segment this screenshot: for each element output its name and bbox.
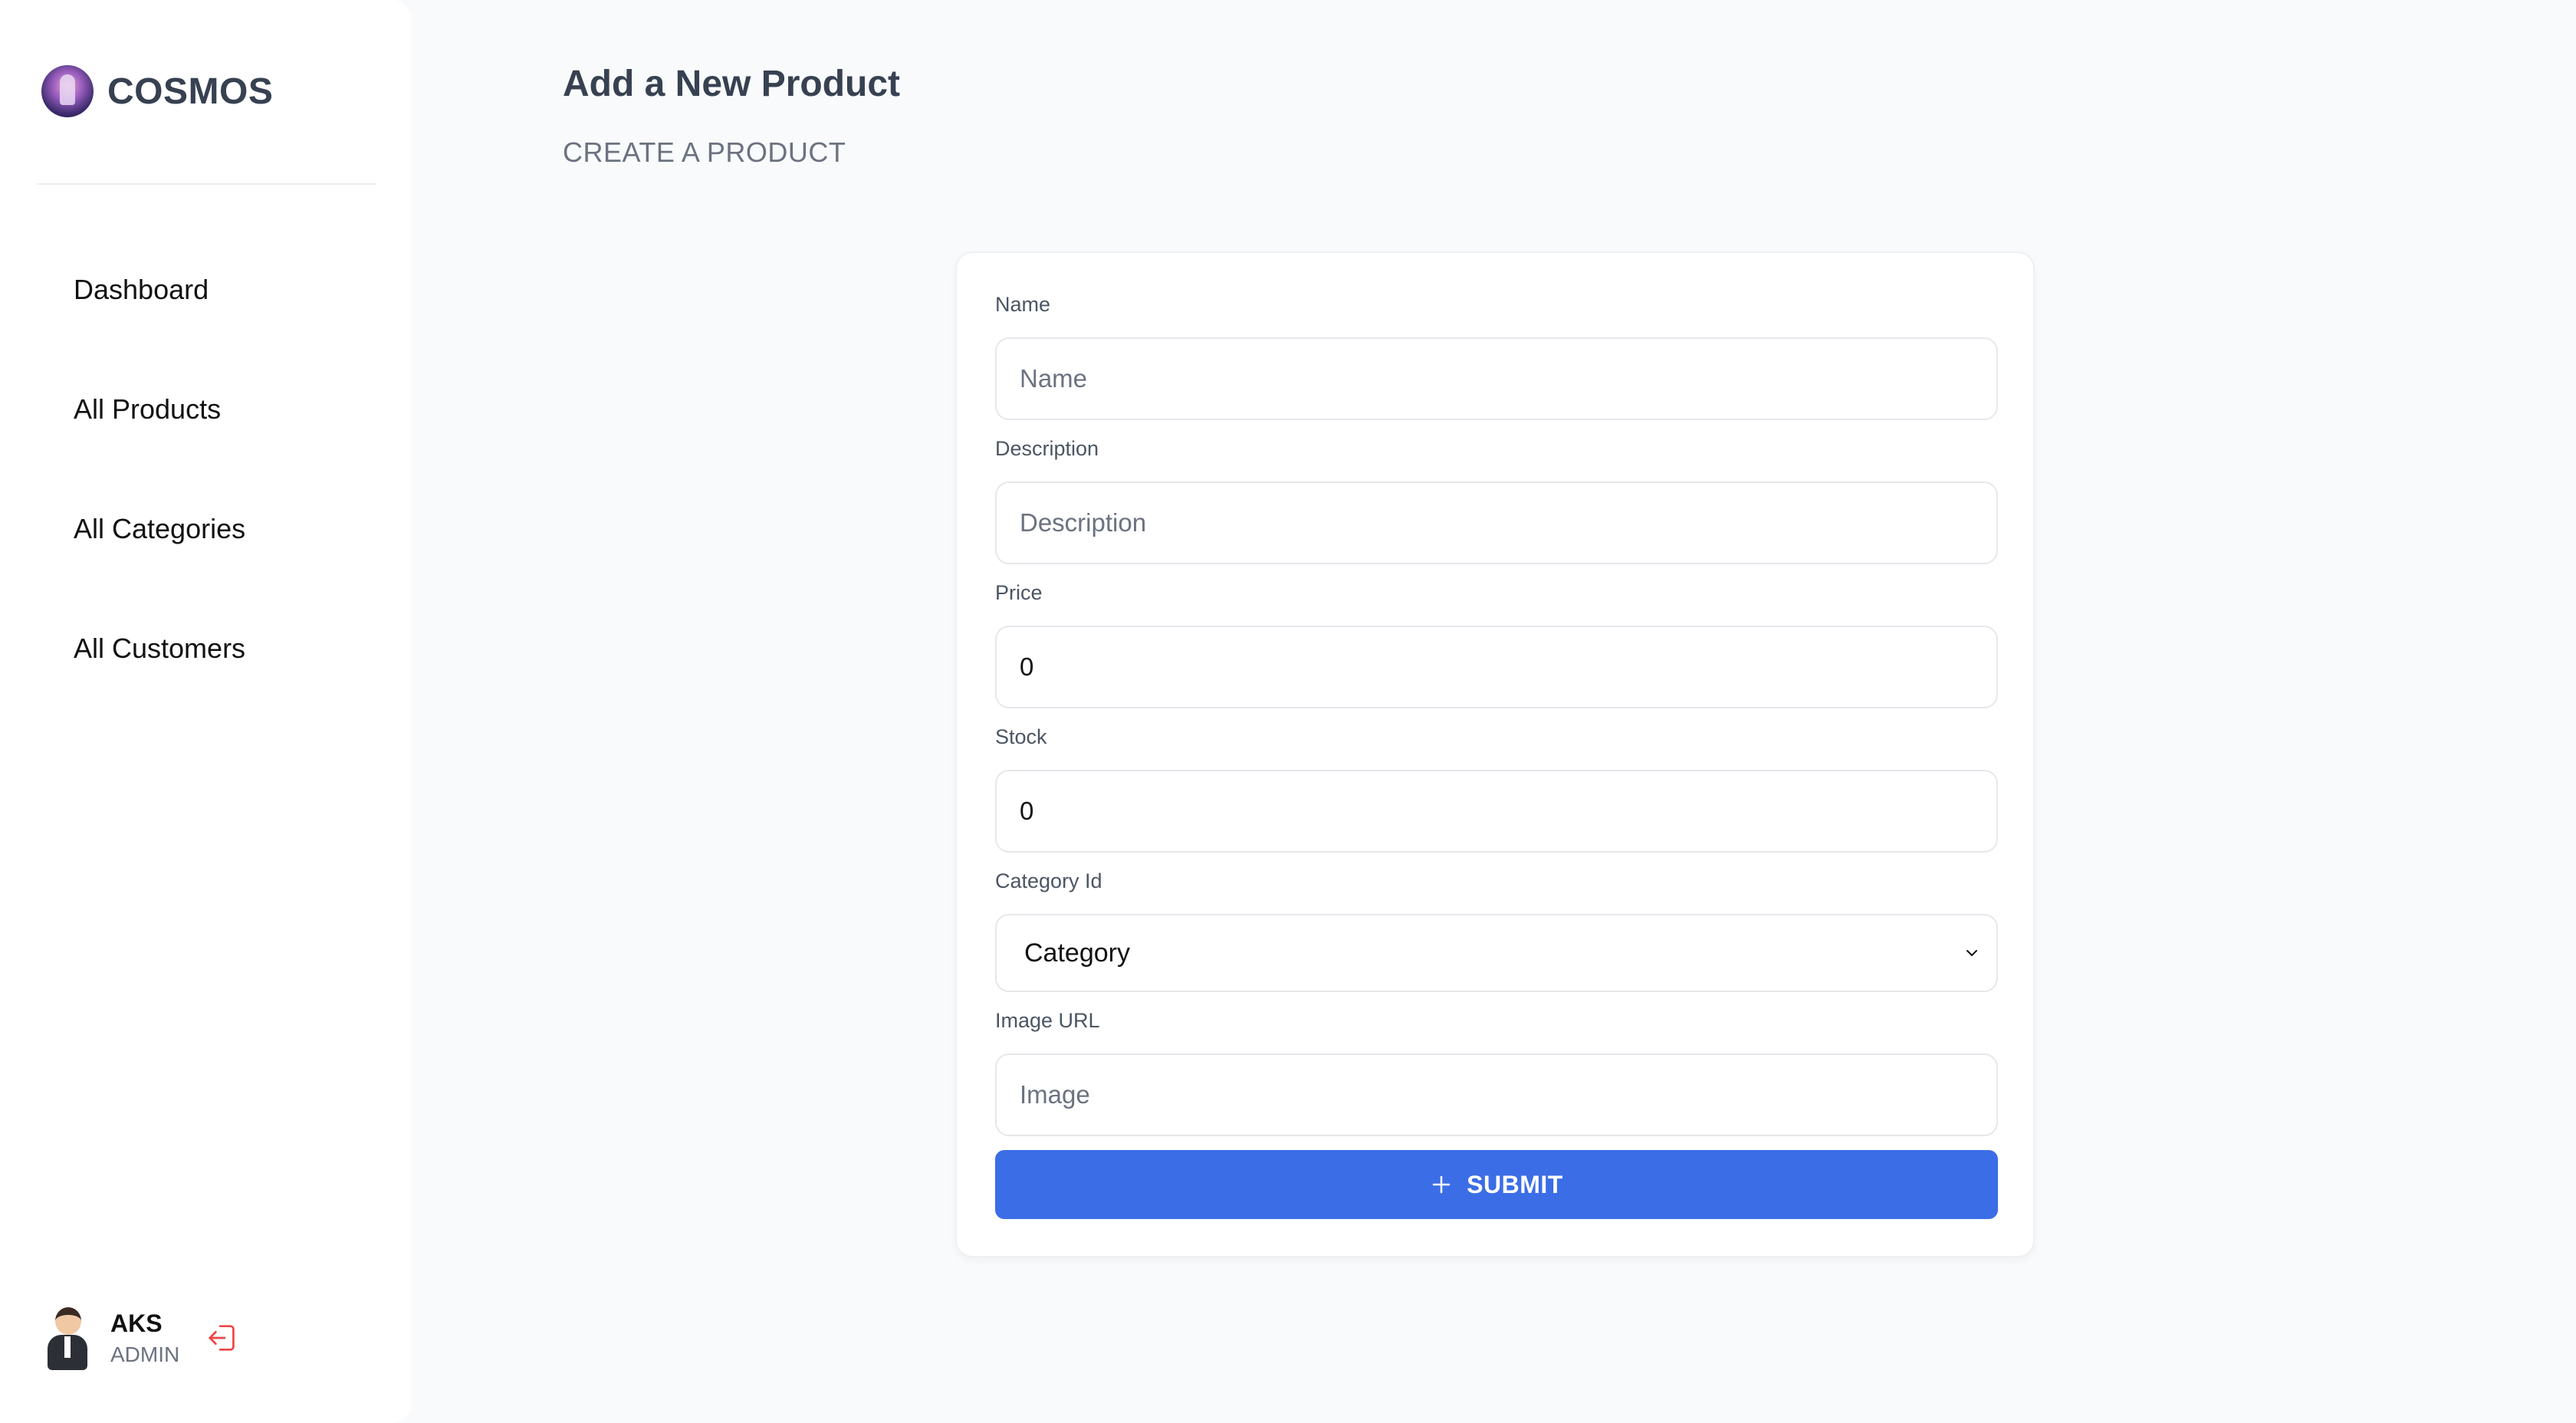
image-url-label: Image URL xyxy=(995,1009,1100,1032)
submit-label: SUBMIT xyxy=(1467,1170,1563,1198)
avatar xyxy=(44,1306,90,1370)
description-label: Description xyxy=(995,437,1099,460)
submit-button[interactable]: SUBMIT xyxy=(995,1150,1998,1219)
price-label: Price xyxy=(995,581,1043,604)
user-profile: AKS ADMIN xyxy=(44,1303,241,1372)
plus-icon xyxy=(1432,1175,1451,1194)
brand[interactable]: COSMOS xyxy=(41,64,273,118)
stock-input[interactable] xyxy=(995,770,1998,853)
sidebar-item-dashboard[interactable]: Dashboard xyxy=(74,265,245,315)
description-input[interactable] xyxy=(995,481,1998,564)
sidebar-item-all-products[interactable]: All Products xyxy=(74,384,245,435)
image-url-input[interactable] xyxy=(995,1053,1998,1136)
sidebar-item-all-categories[interactable]: All Categories xyxy=(74,504,245,554)
name-input[interactable] xyxy=(995,337,1998,420)
logout-icon[interactable] xyxy=(205,1320,241,1356)
sidebar-item-all-customers[interactable]: All Customers xyxy=(74,623,245,674)
price-input[interactable] xyxy=(995,626,1998,708)
product-form-card: Name Description Price Stock Category Id… xyxy=(955,251,2035,1257)
brand-name: COSMOS xyxy=(107,71,274,112)
sidebar-divider xyxy=(37,183,376,185)
app-root: COSMOS Dashboard All Products All Catego… xyxy=(0,0,2576,1423)
sidebar-nav: Dashboard All Products All Categories Al… xyxy=(74,265,245,743)
category-select-value: Category xyxy=(1024,938,1130,968)
chevron-down-icon xyxy=(1967,950,1977,956)
stock-label: Stock xyxy=(995,725,1047,748)
sidebar: COSMOS Dashboard All Products All Catego… xyxy=(0,0,411,1423)
page-title: Add a New Product xyxy=(563,64,901,104)
category-label: Category Id xyxy=(995,869,1102,892)
category-select[interactable]: Category xyxy=(995,914,1998,992)
name-label: Name xyxy=(995,293,1051,316)
user-role: ADMIN xyxy=(110,1342,180,1366)
user-info: AKS ADMIN xyxy=(110,1310,179,1367)
page-subtitle: CREATE A PRODUCT xyxy=(563,136,846,168)
cosmos-logo-icon xyxy=(41,65,94,117)
user-name: AKS xyxy=(110,1309,163,1337)
